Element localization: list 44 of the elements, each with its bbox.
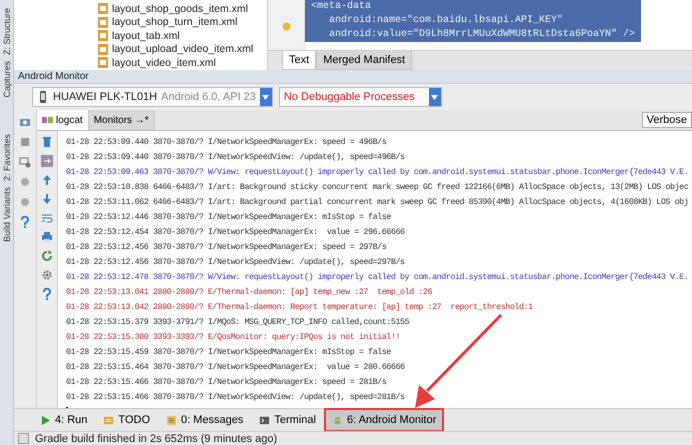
log-line: 01-28 22:53:13.042 2880-2880/? E/Thermal-daemon: Report temperature: [ap] temp :27 report_threshold:1 xyxy=(66,301,534,314)
monitor-tab[interactable]: Monitors →* xyxy=(88,110,155,130)
process-dropdown[interactable]: No Debuggable Processes xyxy=(278,87,442,107)
file-name[interactable]: layout_upload_video_item.xml xyxy=(112,43,254,56)
log-line: 01-28 22:53:12.446 3870-3870/? I/NetworkSpeedManagerEx: mIsStop = false xyxy=(66,211,392,224)
tool-window-button[interactable]: Terminal xyxy=(253,410,322,430)
file-name[interactable]: layout_tab.xml xyxy=(112,30,180,42)
log-line: 01-28 22:53:09.440 3870-3870/? I/NetworkSpeedManagerEx: speed = 496B/s xyxy=(66,136,388,149)
log-line: 01-28 22:53:10.838 6466-6483/? I/art: Background sticky concurrent mark sweep GC freed 122166(6MB) AllocSpace objects, 13(2MB) LOS objec xyxy=(66,181,690,194)
log-line: 01-28 22:53:12.456 3870-3870/? I/NetworkSpeedManagerEx: speed = 297B/s xyxy=(66,241,388,254)
file-name[interactable]: layout_video_item.xml xyxy=(112,56,216,69)
file-name[interactable]: layout_shop_turn_item.xml xyxy=(112,16,238,28)
log-line: 01-28 22:53:12.454 3870-3870/? I/NetworkSpeedManagerEx: value = 296.66666 xyxy=(66,226,406,239)
tool-window-label[interactable]: 2: Favorites xyxy=(2,134,12,181)
tool-window-label[interactable]: Build Variants xyxy=(2,186,12,242)
log-line: 01-28 22:53:09.440 3870-3870/? I/NetworkSpeedView: /update(), speed=496B/s xyxy=(66,151,406,164)
tool-window-button[interactable]: 4: Run xyxy=(34,410,94,430)
editor-tab[interactable]: Merged Manifest xyxy=(316,51,412,70)
device-detail: Android 6.0, API 23 xyxy=(161,91,256,103)
tool-window-button[interactable]: TODO xyxy=(97,410,156,430)
log-line: 01-28 22:53:11.062 6466-6483/? I/art: Background partial concurrent mark sweep GC freed 85390(4MB) AllocSpace objects, 4(1608KB) LOS obj xyxy=(66,196,690,209)
panel-title: Android Monitor xyxy=(14,70,692,84)
log-line: 01-28 22:53:13.041 2880-2880/? E/Thermal-daemon: [ap] temp_new :27 temp_old :26 xyxy=(66,286,434,299)
log-line: 01-28 22:53:15.466 3870-3870/? I/NetworkSpeedManagerEx: speed = 281B/s xyxy=(66,376,388,389)
monitor-tab[interactable]: logcat xyxy=(37,110,89,130)
log-line: 01-28 22:53:09.463 3870-3870/? W/View: requestLayout() improperly called by com.android.systemui.statusbar.phone.IconMerger{7ede443 V.E. xyxy=(66,166,690,179)
log-line: 01-28 22:53:12.478 3870-3870/? W/View: requestLayout() improperly called by com.android.systemui.statusbar.phone.IconMerger{7ede443 V.E. xyxy=(66,271,690,284)
log-line: 01-28 22:53:15.379 3393-3791/? I/MQoS: MSG_QUERY_TCP_INFO called,count:5155 xyxy=(66,316,410,329)
file-name[interactable]: layout_shop_goods_item.xml xyxy=(112,2,248,15)
process-label: No Debuggable Processes xyxy=(284,91,416,103)
tool-window-button[interactable]: 6: Android Monitor xyxy=(326,410,442,430)
log-line: 01-28 22:53:15.466 3870-3870/? I/NetworkSpeedView: /update(), speed=281B/s xyxy=(66,391,406,404)
editor-tab[interactable]: Text xyxy=(282,51,316,70)
status-message: Gradle build finished in 2s 652ms (9 minutes ago) xyxy=(35,432,278,444)
tool-window-label[interactable]: Z: Structure xyxy=(2,8,12,56)
tool-window-button[interactable]: 0: Messages xyxy=(160,410,250,430)
log-level-dropdown[interactable]: Verbose xyxy=(642,112,692,128)
log-line: 01-28 22:53:12.456 3870-3870/? I/NetworkSpeedView: /update(), speed=297B/s xyxy=(66,256,406,269)
device-dropdown[interactable]: HUAWEI PLK-TL01H Android 6.0, API 23 xyxy=(32,87,273,107)
log-line: 01-28 22:53:15.464 3870-3870/? I/NetworkSpeedManagerEx: value = 280.66666 xyxy=(66,361,406,374)
device-name: HUAWEI PLK-TL01H xyxy=(53,91,158,103)
log-line: 01-28 22:53:15.380 3393-3393/? E/QosMonitor: query:IPQos is not initial!! xyxy=(66,331,402,344)
log-line: 01-28 22:53:15.459 3870-3870/? I/NetworkSpeedManagerEx: mIsStop = false xyxy=(66,346,392,359)
tool-window-label[interactable]: Captures xyxy=(2,61,12,98)
